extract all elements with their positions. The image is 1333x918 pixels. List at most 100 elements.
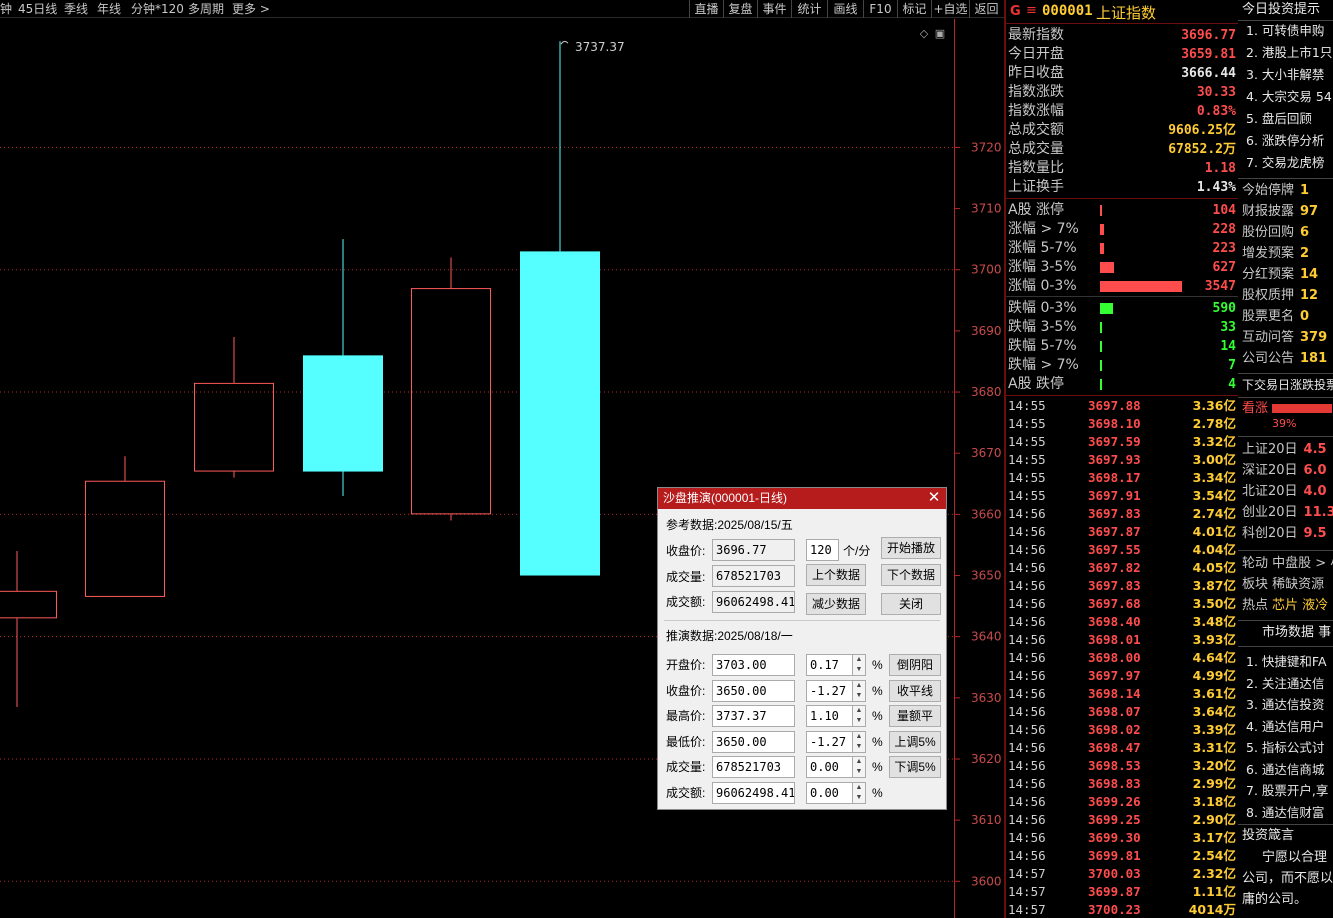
spin-up-icon[interactable]: ▲ [853,732,865,742]
mark-button[interactable]: 标记 [897,0,931,18]
sim-value-input[interactable]: 96062498.41 [712,782,795,804]
close-dialog-button[interactable]: 关闭 [881,593,941,615]
news-item[interactable]: 6. 涨跌停分析 [1246,133,1324,149]
tick-row[interactable]: 14:56 3698.01 3.93亿 [1006,631,1238,649]
stat-item[interactable]: 今始停牌 1 [1242,183,1309,199]
market-item[interactable]: 5. 指标公式讨 [1246,740,1324,756]
spin-down-icon[interactable]: ▼ [853,716,865,726]
period-120min-tab[interactable]: 分钟*120 [131,1,184,17]
stat-item[interactable]: 财报披露 97 [1242,204,1318,220]
stat-item[interactable]: 股权质押 12 [1242,288,1318,304]
sim-pct-input[interactable]: -1.27 [806,679,853,702]
sim-action-button[interactable]: 量额平 [889,705,941,728]
sim-value-input[interactable]: 3703.00 [712,654,795,676]
market-item[interactable]: 1. 快捷键和FA [1246,654,1327,670]
pct-spinner[interactable]: ▲ ▼ [853,705,866,728]
market-item[interactable]: 3. 通达信投资 [1246,697,1324,713]
more-menu[interactable]: 更多 > [232,1,270,17]
news-item[interactable]: 1. 可转债申购 [1246,23,1324,39]
draw-line-button[interactable]: 画线 [827,0,863,18]
tick-row[interactable]: 14:56 3697.68 3.50亿 [1006,595,1238,613]
sim-action-button[interactable]: 下调5% [889,756,941,779]
tick-row[interactable]: 14:56 3699.25 2.90亿 [1006,811,1238,829]
pct-spinner[interactable]: ▲ ▼ [853,730,866,753]
menu-icon[interactable]: ≡ [1026,3,1037,18]
market-item[interactable]: 6. 通达信商城 [1246,762,1324,778]
pct-spinner[interactable]: ▲ ▼ [853,654,866,676]
pct-spinner[interactable]: ▲ ▼ [853,782,866,804]
news-item[interactable]: 3. 大小非解禁 [1246,67,1324,83]
pct-spinner[interactable]: ▲ ▼ [853,756,866,779]
diamond-icon[interactable]: ◇ [918,28,930,40]
multi-period-tab[interactable]: 多周期 [188,1,224,17]
stat-item[interactable]: 增发预案 2 [1242,246,1309,262]
spin-up-icon[interactable]: ▲ [853,783,865,793]
add-watchlist-button[interactable]: +自选 [931,0,969,18]
candle-body[interactable] [303,355,383,472]
hot-topics[interactable]: 热点 芯片 液冷 [1242,598,1328,614]
g-badge[interactable]: G [1010,4,1021,19]
sim-pct-input[interactable]: 1.10 [806,705,853,728]
sim-action-button[interactable]: 上调5% [889,730,941,753]
period-quarter-tab[interactable]: 季线 [64,1,88,17]
reduce-data-button[interactable]: 减少数据 [806,593,866,615]
spin-down-icon[interactable]: ▼ [853,793,865,803]
spin-up-icon[interactable]: ▲ [853,681,865,691]
spin-down-icon[interactable]: ▼ [853,691,865,701]
close-icon[interactable]: ✕ [926,489,942,507]
stat-item[interactable]: 股票更名 0 [1242,309,1309,325]
tick-row[interactable]: 14:56 3698.02 3.39亿 [1006,721,1238,739]
tick-row[interactable]: 14:57 3699.87 1.11亿 [1006,883,1238,901]
replay-button[interactable]: 复盘 [723,0,757,18]
tick-row[interactable]: 14:56 3697.82 4.05亿 [1006,559,1238,577]
sim-action-button[interactable]: 倒阴阳 [889,654,941,676]
hot-items[interactable]: 芯片 液冷 [1272,598,1328,613]
rotation-text[interactable]: 轮动 中盘股 > 小 [1242,556,1333,572]
tick-row[interactable]: 14:57 3700.23 4014万 [1006,901,1238,918]
stat-item[interactable]: 公司公告 181 [1242,351,1327,367]
spin-up-icon[interactable]: ▲ [853,655,865,665]
market-item[interactable]: 2. 关注通达信 [1246,676,1324,692]
sim-value-input[interactable]: 3650.00 [712,730,795,753]
tick-row[interactable]: 14:56 3698.07 3.64亿 [1006,703,1238,721]
news-item[interactable]: 2. 港股上市1只 [1246,45,1332,61]
events-button[interactable]: 事件 [757,0,791,18]
tick-row[interactable]: 14:56 3697.55 4.04亿 [1006,541,1238,559]
speed-input[interactable]: 120 [806,539,839,561]
tick-row[interactable]: 14:56 3697.83 2.74亿 [1006,505,1238,523]
tick-row[interactable]: 14:55 3697.93 3.00亿 [1006,451,1238,469]
market-item[interactable]: 7. 股票开户,享 [1246,783,1328,799]
tick-row[interactable]: 14:56 3697.97 4.99亿 [1006,667,1238,685]
news-item[interactable]: 4. 大宗交易 54 [1246,89,1332,105]
sim-value-input[interactable]: 3650.00 [712,679,795,702]
tick-row[interactable]: 14:55 3698.17 3.34亿 [1006,469,1238,487]
candle-body[interactable] [411,288,491,515]
pct-spinner[interactable]: ▲ ▼ [853,679,866,702]
spin-down-icon[interactable]: ▼ [853,742,865,752]
sim-value-input[interactable]: 3737.37 [712,705,795,728]
window-restore-icon[interactable]: ▣ [934,28,946,40]
tick-row[interactable]: 14:56 3698.83 2.99亿 [1006,775,1238,793]
tick-row[interactable]: 14:56 3698.14 3.61亿 [1006,685,1238,703]
sector-text[interactable]: 板块 稀缺资源 [1242,577,1324,593]
tick-row[interactable]: 14:55 3697.91 3.54亿 [1006,487,1238,505]
tick-row[interactable]: 14:55 3697.88 3.36亿 [1006,397,1238,415]
tick-row[interactable]: 14:56 3699.26 3.18亿 [1006,793,1238,811]
market-item[interactable]: 4. 通达信用户 [1246,719,1324,735]
live-button[interactable]: 直播 [689,0,723,18]
candle-body[interactable] [85,480,165,597]
tick-row[interactable]: 14:55 3697.59 3.32亿 [1006,433,1238,451]
spin-down-icon[interactable]: ▼ [853,665,865,675]
tick-row[interactable]: 14:56 3699.81 2.54亿 [1006,847,1238,865]
spin-up-icon[interactable]: ▲ [853,706,865,716]
tick-row[interactable]: 14:56 3697.87 4.01亿 [1006,523,1238,541]
tick-row[interactable]: 14:56 3697.83 3.87亿 [1006,577,1238,595]
tick-row[interactable]: 14:56 3698.47 3.31亿 [1006,739,1238,757]
tick-row[interactable]: 14:56 3698.40 3.48亿 [1006,613,1238,631]
period-minute-tab[interactable]: 钟 [0,1,12,17]
tick-row[interactable]: 14:55 3698.10 2.78亿 [1006,415,1238,433]
sim-pct-input[interactable]: -1.27 [806,730,853,753]
sim-action-button[interactable]: 收平线 [889,679,941,702]
back-button[interactable]: 返回 [969,0,1003,18]
candle-body[interactable] [0,590,57,619]
